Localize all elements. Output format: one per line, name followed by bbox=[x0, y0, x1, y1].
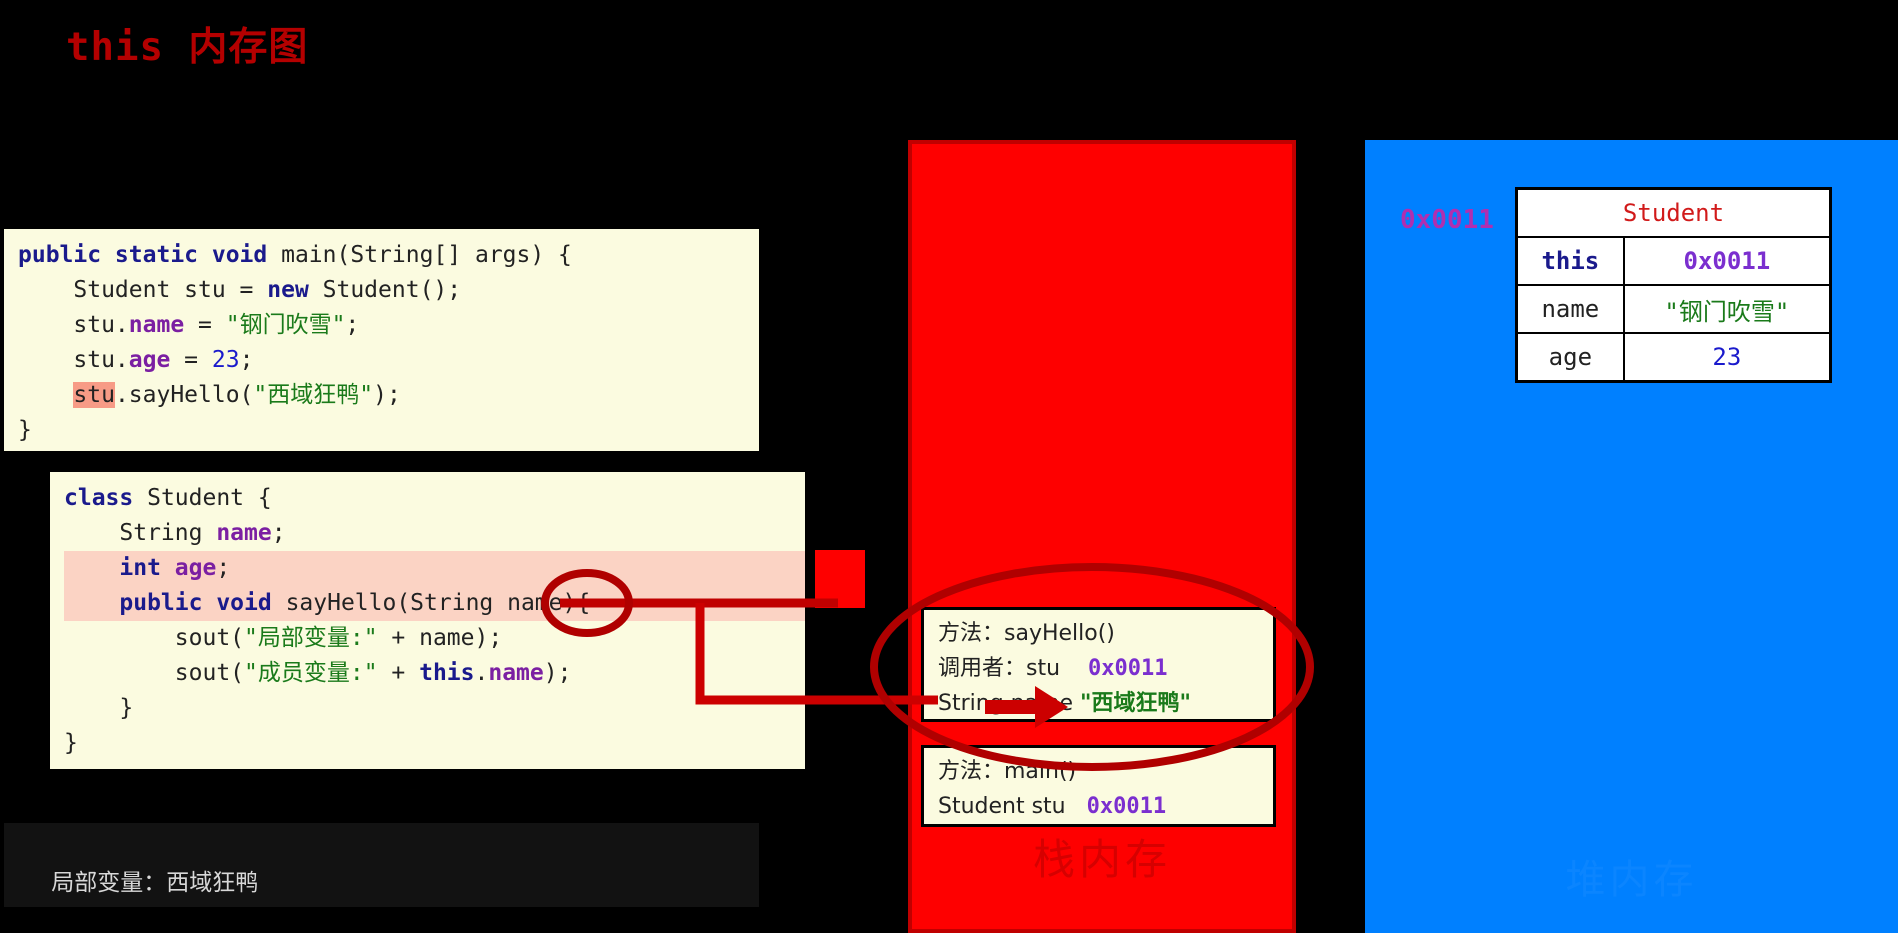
code-token: Student { bbox=[147, 485, 272, 511]
heap-object-address-label: 0x0011 bbox=[1400, 205, 1494, 235]
stack-frame-token: Student stu bbox=[938, 794, 1087, 819]
code-token: "成员变量:" bbox=[244, 660, 378, 686]
code-line: sout("局部变量:" + name); bbox=[64, 621, 805, 656]
stack-frame-token: String name bbox=[938, 691, 1081, 716]
table-row-title: Student bbox=[1515, 187, 1832, 238]
code-token: 23 bbox=[211, 347, 240, 373]
code-token: Student stu = bbox=[18, 277, 268, 303]
code-line: stu.name = "钢门吹雪"; bbox=[18, 308, 759, 343]
code-token: = bbox=[170, 347, 212, 373]
code-line: stu.age = 23; bbox=[18, 343, 759, 378]
code-line: String name; bbox=[64, 516, 805, 551]
stack-frame-row: String name "西域狂鸭" bbox=[938, 686, 1259, 721]
stack-frame-row: 调用者：stu 0x0011 bbox=[938, 651, 1259, 686]
code-line: } bbox=[64, 691, 805, 726]
heap-object-table: Student this 0x0011 name "钢门吹雪" age 23 bbox=[1515, 187, 1832, 383]
code-token: class bbox=[64, 485, 148, 511]
code-token: + name); bbox=[377, 625, 503, 651]
code-line: sout("成员变量:" + this.name); bbox=[64, 656, 805, 691]
code-line: public void sayHello(String name){ bbox=[64, 586, 805, 621]
code-token: "钢门吹雪" bbox=[225, 312, 346, 338]
code-token: } bbox=[18, 417, 32, 443]
code-token: stu. bbox=[18, 312, 129, 338]
heap-memory-label: 堆内存 bbox=[1565, 857, 1698, 903]
code-line: public static void main(String[] args) { bbox=[18, 238, 759, 273]
code-token: ); bbox=[543, 660, 572, 686]
table-row: age 23 bbox=[1515, 332, 1832, 383]
code-token: new bbox=[267, 277, 323, 303]
stack-memory-label: 栈内存 bbox=[1032, 835, 1171, 884]
stack-frame-row: 方法：main() bbox=[938, 754, 1259, 789]
code-token: name bbox=[488, 660, 544, 686]
code-token: public void bbox=[119, 590, 286, 616]
code-token: sout( bbox=[64, 660, 245, 686]
code-token: int bbox=[119, 555, 175, 581]
code-token: . bbox=[474, 660, 489, 686]
code-line: class Student { bbox=[64, 481, 805, 516]
code-line: stu.sayHello("西域狂鸭"); bbox=[18, 378, 759, 413]
code-line: Student stu = new Student(); bbox=[18, 273, 759, 308]
code-token: } bbox=[64, 730, 78, 756]
stack-frame-token: 0x0011 bbox=[1086, 794, 1167, 819]
stack-frame-row: 方法：sayHello() bbox=[938, 616, 1259, 651]
code-token: = bbox=[184, 312, 226, 338]
code-block-main: public static void main(String[] args) {… bbox=[4, 229, 759, 451]
field-value-age: 23 bbox=[1622, 332, 1832, 383]
code-token: public static void bbox=[18, 242, 282, 268]
code-token: name bbox=[128, 312, 185, 338]
console-output-panel: 局部变量：西域狂鸭 bbox=[4, 823, 759, 907]
stack-frame-main: 方法：main() Student stu 0x0011 bbox=[921, 745, 1276, 827]
code-token: sayHello(String name){ bbox=[285, 590, 591, 616]
code-line: int age; bbox=[64, 551, 805, 586]
code-line: } bbox=[64, 726, 805, 761]
field-value-name: "钢门吹雪" bbox=[1622, 284, 1832, 334]
field-key-name: name bbox=[1515, 284, 1625, 334]
stack-frame-token: 调用者：stu bbox=[938, 656, 1089, 681]
page-title: this 内存图 bbox=[66, 25, 309, 70]
code-token: "西域狂鸭" bbox=[253, 382, 374, 408]
object-type-name: Student bbox=[1515, 187, 1832, 238]
stack-frame-token: "西域狂鸭" bbox=[1080, 691, 1191, 716]
stack-frame-token: 方法：sayHello() bbox=[938, 621, 1115, 646]
console-output-text: 局部变量：西域狂鸭 bbox=[51, 870, 259, 896]
code-token: age bbox=[174, 555, 217, 581]
code-token: main(String[] args) { bbox=[281, 242, 572, 268]
code-token: ); bbox=[373, 382, 401, 408]
code-line: } bbox=[18, 413, 759, 448]
stack-frame-sayhello: 方法：sayHello() 调用者：stu 0x0011 String name "… bbox=[921, 607, 1276, 722]
code-token: + bbox=[377, 660, 420, 686]
code-token: String bbox=[64, 520, 217, 546]
code-token: } bbox=[64, 695, 134, 721]
stack-frame-row: Student stu 0x0011 bbox=[938, 789, 1259, 824]
connector-block-icon bbox=[815, 550, 865, 608]
code-token: age bbox=[128, 347, 171, 373]
code-block-student-class: class Student { String name; int age; pu… bbox=[50, 472, 805, 769]
table-row: this 0x0011 bbox=[1515, 236, 1832, 286]
code-token: this bbox=[419, 660, 475, 686]
code-token: .sayHello( bbox=[114, 382, 254, 408]
table-row: name "钢门吹雪" bbox=[1515, 284, 1832, 334]
code-token: ; bbox=[216, 555, 231, 581]
code-token: sout( bbox=[64, 625, 245, 651]
heap-object-table-body: Student this 0x0011 name "钢门吹雪" age 23 bbox=[1515, 187, 1832, 383]
memory-diagram-stage: this 内存图 栈内存 堆内存 0x0011 Student this 0x0… bbox=[0, 0, 1898, 933]
field-key-age: age bbox=[1515, 332, 1625, 383]
stack-frame-token: 方法：main() bbox=[938, 759, 1077, 784]
code-token: ; bbox=[271, 520, 286, 546]
field-value-this: 0x0011 bbox=[1622, 236, 1832, 286]
code-token: ; bbox=[345, 312, 360, 338]
stack-frame-token: 0x0011 bbox=[1088, 656, 1168, 681]
code-token: ; bbox=[239, 347, 254, 373]
field-key-this: this bbox=[1515, 236, 1625, 286]
code-token: name bbox=[216, 520, 272, 546]
code-token: "局部变量:" bbox=[244, 625, 378, 651]
highlighted-token: stu bbox=[73, 382, 115, 408]
code-token: Student(); bbox=[322, 277, 462, 303]
code-token: stu. bbox=[18, 347, 129, 373]
